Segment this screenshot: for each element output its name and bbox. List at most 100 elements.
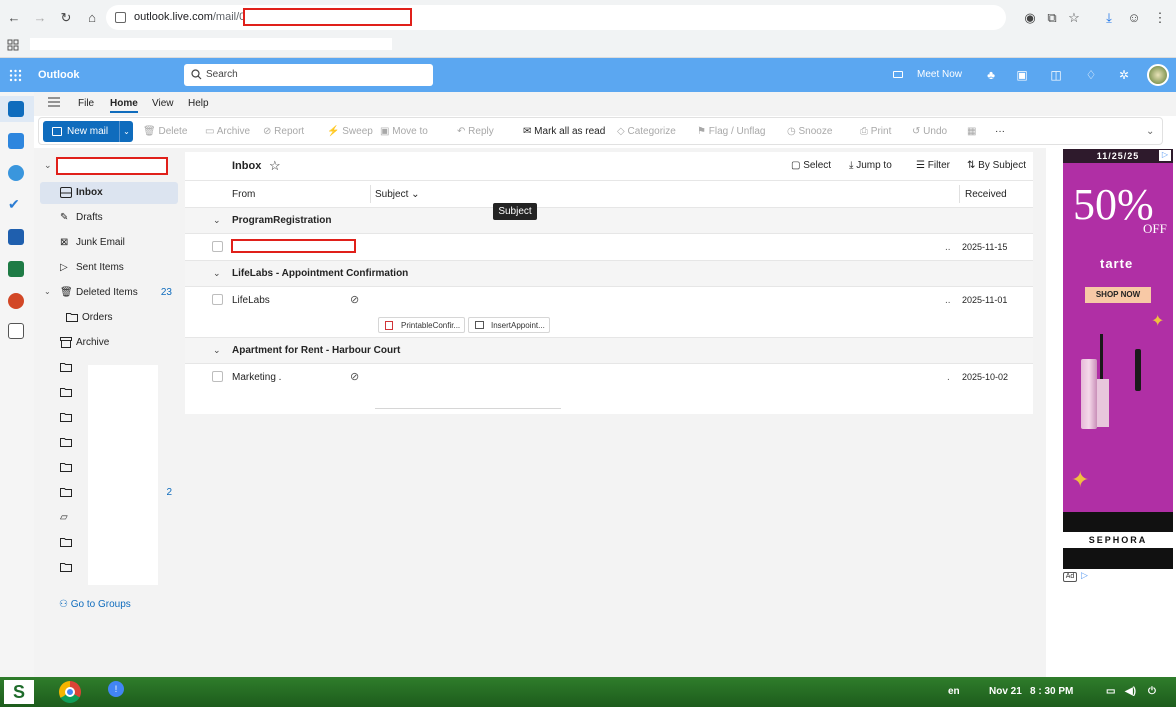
move-to-button[interactable]: ▣ Move to (380, 126, 428, 137)
mail-icon[interactable] (8, 101, 24, 117)
folder-label: Deleted Items (76, 287, 138, 298)
folder-archive[interactable]: Archive (40, 332, 178, 354)
address-bar[interactable]: outlook.live.com/mail/0/ (106, 5, 1006, 30)
message-row[interactable]: LifeLabs ⊘ .. 2025-11-01 PrintableConfir… (185, 286, 1033, 337)
folder-inbox[interactable]: Inbox (40, 182, 178, 204)
row-checkbox[interactable] (212, 294, 223, 305)
conversation-group[interactable]: ⌄ ProgramRegistration (185, 207, 1033, 233)
reply-button[interactable]: ↶ Reply (457, 126, 494, 137)
word-icon[interactable] (8, 229, 24, 245)
calendar-icon[interactable]: ▣ (1014, 67, 1030, 83)
folder-junk[interactable]: ⊠ Junk Email (40, 232, 178, 254)
volume-icon[interactable]: ◀) (1125, 686, 1136, 697)
taskbar-time[interactable]: 8 : 30 PM (1030, 686, 1073, 697)
excel-icon[interactable] (8, 261, 24, 277)
go-to-groups-link[interactable]: ⚇ Go to Groups (59, 599, 131, 610)
conversation-group[interactable]: ⌄ Apartment for Rent - Harbour Court (185, 337, 1033, 363)
filter-button[interactable]: ☰ Filter (916, 160, 950, 171)
app-launcher-icon[interactable] (9, 69, 22, 82)
tab-view[interactable]: View (152, 98, 174, 109)
new-mail-button[interactable]: New mail ⌄ (43, 121, 133, 142)
row-checkbox[interactable] (212, 371, 223, 382)
row-checkbox[interactable] (212, 241, 223, 252)
language-indicator[interactable]: en (948, 686, 960, 697)
jump-to-button[interactable]: ⤓ Jump to (849, 160, 892, 171)
message-row[interactable]: Marketing . ⊘ . 2025-10-02 (185, 363, 1033, 414)
folder-drafts[interactable]: ✎ Drafts (40, 207, 178, 229)
new-mail-dropdown[interactable]: ⌄ (119, 121, 133, 142)
bell-icon[interactable]: ♢ (1083, 67, 1099, 83)
select-button[interactable]: ▢ Select (791, 160, 831, 171)
ad-shop-now-button[interactable]: SHOP NOW (1085, 287, 1151, 303)
chevron-down-icon[interactable]: ⌄ (213, 268, 221, 279)
bookmark-star-icon[interactable]: ☆ (1066, 10, 1082, 26)
folder-deleted[interactable]: ⌄ 🗑 Deleted Items 23 (40, 282, 178, 304)
feedback-icon[interactable]: ◫ (1048, 67, 1064, 83)
launcher-s-icon[interactable]: S (4, 680, 34, 704)
site-info-icon[interactable] (115, 12, 126, 23)
outlook-header: Outlook Search Meet Now ♣ ▣ ◫ ♢ ✲ (0, 58, 1176, 92)
flag-button[interactable]: ⚑ Flag / Unflag (697, 126, 765, 137)
home-icon[interactable]: ⌂ (84, 10, 100, 26)
col-subject[interactable]: Subject ⌄ (375, 189, 420, 200)
power-icon[interactable]: ⏻ (1148, 686, 1156, 697)
todo-check-icon[interactable]: ✔ (8, 196, 20, 213)
advertisement[interactable]: 11/25/25 ▷ 50% OFF tarte SHOP NOW ✦ ✦ SE… (1063, 149, 1173, 569)
conversation-group[interactable]: ⌄ LifeLabs - Appointment Confirmation (185, 260, 1033, 286)
sort-button[interactable]: ⇅ By Subject (967, 160, 1026, 171)
favorite-star-icon[interactable]: ☆ (269, 158, 281, 174)
app-badge-icon[interactable]: ! (108, 681, 124, 697)
ad-brand: tarte (1100, 256, 1134, 271)
ad-choices-icon[interactable]: ▷ (1081, 570, 1088, 581)
avatar[interactable] (1147, 64, 1169, 86)
eye-icon[interactable]: ◉ (1022, 10, 1038, 26)
ribbon-expand-icon[interactable]: ⌄ (1146, 126, 1154, 137)
report-button[interactable]: ⊘ Report (263, 126, 304, 137)
teams-icon[interactable]: ♣ (983, 67, 999, 83)
message-row[interactable]: .. 2025-11-15 (185, 233, 1033, 260)
print-button[interactable]: ⎙ Print (860, 126, 891, 137)
ad-choices-icon[interactable]: ▷ (1159, 150, 1171, 161)
more-options-button[interactable]: ··· (995, 126, 1005, 137)
hamburger-icon[interactable] (48, 97, 60, 107)
view-layout-icon[interactable]: ▦ (967, 126, 976, 137)
archive-button[interactable]: ▭ Archive (205, 126, 250, 137)
col-from[interactable]: From (232, 189, 255, 200)
tab-file[interactable]: File (78, 98, 94, 109)
tab-help[interactable]: Help (188, 98, 209, 109)
people-icon[interactable] (8, 165, 24, 181)
calendar-app-icon[interactable] (8, 133, 24, 149)
search-input[interactable]: Search (184, 64, 433, 86)
undo-button[interactable]: ↺ Undo (912, 126, 947, 137)
attachment-chip[interactable]: InsertAppoint... (468, 317, 550, 333)
reload-icon[interactable]: ↻ (58, 10, 74, 26)
col-received[interactable]: Received (965, 189, 1007, 200)
menu-icon[interactable]: ⋮ (1152, 10, 1168, 26)
cast-icon[interactable]: ⧉ (1044, 10, 1060, 26)
folder-orders[interactable]: Orders (40, 307, 178, 329)
profile-icon[interactable]: ☺ (1126, 10, 1142, 26)
forward-icon[interactable]: → (32, 10, 48, 26)
chevron-down-icon[interactable]: ⌄ (213, 345, 221, 356)
delete-button[interactable]: 🗑 Delete (143, 126, 187, 137)
chevron-down-icon[interactable]: ⌄ (213, 215, 221, 226)
gear-icon[interactable]: ✲ (1116, 67, 1132, 83)
attachment-chip[interactable]: PrintableConfir... (378, 317, 466, 333)
sweep-button[interactable]: ⚡ Sweep (327, 126, 373, 137)
mark-all-read-button[interactable]: ✉ Mark all as read (523, 126, 605, 137)
download-icon[interactable]: ⤓ (1101, 10, 1117, 26)
categorize-button[interactable]: ◇ Categorize (617, 126, 676, 137)
back-icon[interactable]: ← (6, 10, 22, 26)
folder-sent[interactable]: ▷ Sent Items (40, 257, 178, 279)
screen-icon[interactable]: ▭ (1106, 686, 1115, 697)
tab-home[interactable]: Home (110, 98, 138, 113)
chevron-down-icon[interactable]: ⌄ (44, 287, 51, 296)
snooze-button[interactable]: ◷ Snooze (787, 126, 832, 137)
taskbar-date[interactable]: Nov 21 (989, 686, 1022, 697)
apps-grid-icon[interactable] (7, 39, 19, 51)
account-chevron-icon[interactable]: ⌄ (44, 160, 52, 171)
meet-now-button[interactable]: Meet Now (917, 69, 962, 80)
powerpoint-icon[interactable] (8, 293, 24, 309)
more-apps-icon[interactable] (8, 323, 24, 339)
chrome-icon[interactable] (59, 681, 81, 703)
